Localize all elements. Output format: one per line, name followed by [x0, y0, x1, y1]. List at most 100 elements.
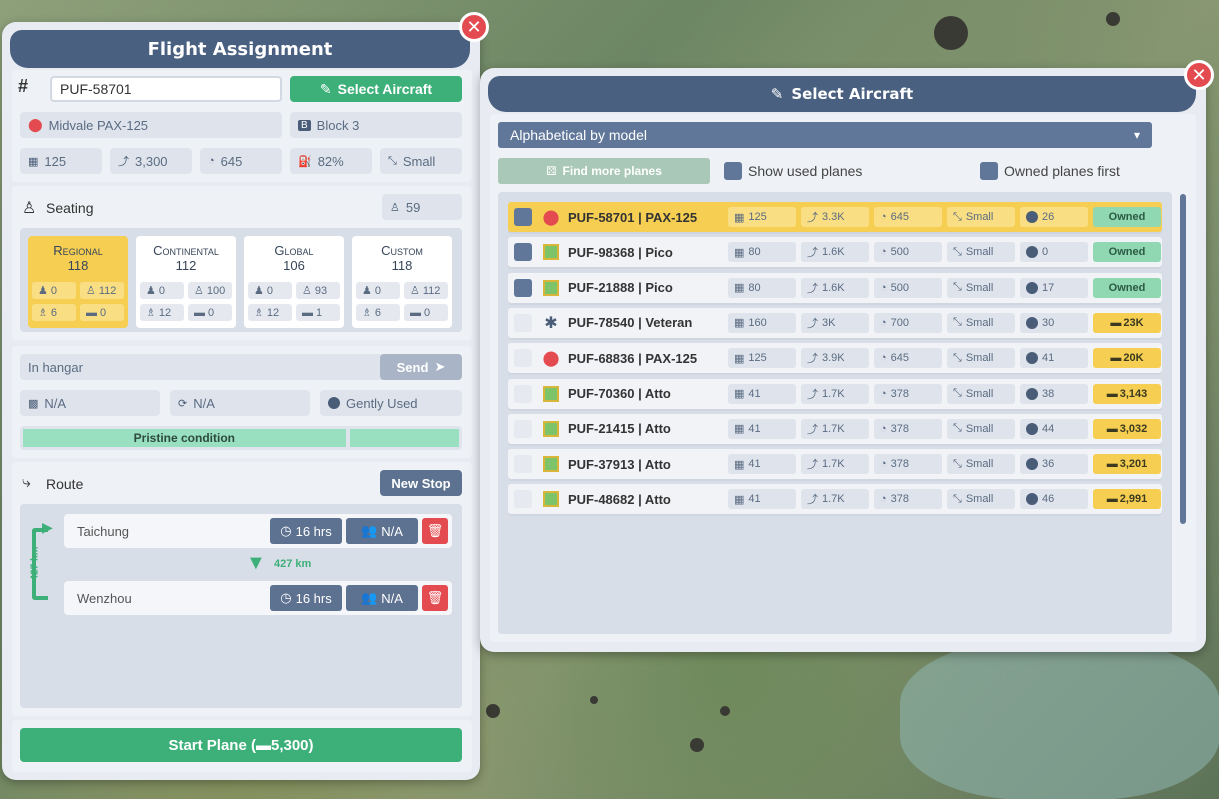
- checkbox-box: [980, 162, 998, 180]
- row-checkbox[interactable]: [514, 243, 532, 262]
- registration-field[interactable]: PUF-58701: [50, 76, 282, 102]
- clock-icon: [1026, 246, 1038, 259]
- show-used-checkbox[interactable]: Show used planes: [724, 160, 862, 182]
- age-value: 38: [1042, 387, 1055, 400]
- recliner-icon: ♗: [146, 307, 156, 319]
- cash-icon: ▬: [1106, 493, 1118, 506]
- speed-stat: ◔ 500: [874, 277, 942, 298]
- arrow-right-icon: ➤: [434, 359, 446, 374]
- age-value: 46: [1042, 493, 1055, 506]
- row-checkbox[interactable]: [514, 349, 532, 368]
- price-badge: ▬ 3,143: [1093, 383, 1161, 404]
- stop-hours: 16 hrs: [295, 523, 332, 539]
- start-plane-button[interactable]: Start Plane ( ▬ 5,300): [20, 728, 462, 762]
- aircraft-row[interactable]: ✱ PUF-78540 | Veteran ▦ 160 ⤴ 3K ◔ 700 ⤡ Small 30 ▬…: [508, 307, 1162, 338]
- aircraft-row[interactable]: PUF-48682 | Atto ▦ 41 ⤴ 1.7K ◔ 378 ⤡ Small 46 ▬ 2,9…: [508, 484, 1162, 515]
- route-stop[interactable]: Wenzhou ◷ 16 hrs 👥 N/A 🗑: [64, 581, 452, 615]
- find-more-button[interactable]: ⚄ Find more planes: [498, 158, 710, 184]
- green-grid-icon: [542, 420, 560, 438]
- recliner-icon: ♗: [38, 307, 48, 319]
- stop-pax-button[interactable]: 👥 N/A: [346, 585, 418, 611]
- range-stat: ⤴ 1.6K: [801, 277, 869, 298]
- seat-chip-value: 1: [316, 306, 323, 319]
- bed-icon: ▬: [410, 306, 421, 319]
- row-checkbox[interactable]: [514, 490, 532, 509]
- row-checkbox[interactable]: [514, 419, 532, 438]
- seating-label: Seating: [46, 200, 94, 216]
- map-city-marker: [590, 696, 598, 704]
- row-checkbox[interactable]: [514, 384, 532, 403]
- speed-icon: ◔: [880, 211, 887, 223]
- seat-class-continental[interactable]: Continental 112 ♟ 0 ♙ 100 ♗ 12 ▬ 0: [136, 236, 236, 328]
- age-value: 41: [1042, 352, 1055, 365]
- route-label: Route: [46, 476, 84, 492]
- stop-hours-button[interactable]: ◷ 16 hrs: [270, 585, 342, 611]
- seats-value: 125: [748, 352, 767, 365]
- aircraft-rows: ⬤ PUF-58701 | PAX-125 ▦ 125 ⤴ 3.3K ◔ 645 ⤡ Small 2…: [498, 192, 1172, 634]
- speed-stat: ◔ 378: [874, 383, 942, 404]
- seats-icon: ▦: [734, 493, 745, 506]
- owned-first-checkbox[interactable]: Owned planes first: [980, 160, 1120, 182]
- clock-icon: [1026, 281, 1038, 294]
- stop-hours-button[interactable]: ◷ 16 hrs: [270, 518, 342, 544]
- seat-class-regional[interactable]: Regional 118 ♟ 0 ♙ 112 ♗ 6 ▬ 0: [28, 236, 128, 328]
- speed-stat: ◔ 378: [874, 454, 942, 475]
- seat-class-global[interactable]: Global 106 ♟ 0 ♙ 93 ♗ 12 ▬ 1: [244, 236, 344, 328]
- send-button[interactable]: Send ➤: [380, 354, 462, 380]
- aircraft-row[interactable]: PUF-21415 | Atto ▦ 41 ⤴ 1.7K ◔ 378 ⤡ Small 44 ▬ 3,0…: [508, 413, 1162, 444]
- trash-icon[interactable]: 🗑: [422, 518, 448, 544]
- row-checkbox[interactable]: [514, 208, 532, 226]
- seat-class-count: 112: [175, 258, 197, 273]
- row-checkbox[interactable]: [514, 278, 532, 297]
- speed-value: 700: [890, 316, 910, 329]
- arrow-down-icon: ▼: [246, 552, 266, 574]
- new-stop-button[interactable]: New Stop: [380, 470, 462, 496]
- stop-pax-button[interactable]: 👥 N/A: [346, 518, 418, 544]
- aircraft-row[interactable]: PUF-21888 | Pico ▦ 80 ⤴ 1.6K ◔ 500 ⤡ Small 17 Owne…: [508, 272, 1162, 303]
- standing-icon: ♟: [362, 285, 372, 297]
- aircraft-row[interactable]: ⬤ PUF-68836 | PAX-125 ▦ 125 ⤴ 3.9K ◔ 645 ⤡ Small 4…: [508, 343, 1162, 374]
- sort-dropdown[interactable]: Alphabetical by model ▾: [498, 122, 1152, 148]
- stop-hours: 16 hrs: [295, 590, 332, 606]
- seat-class-count: 118: [67, 258, 89, 273]
- trash-icon[interactable]: 🗑: [422, 585, 448, 611]
- size-stat: ⤡ Small: [947, 418, 1015, 439]
- select-aircraft-button[interactable]: ✎ Select Aircraft: [290, 76, 462, 102]
- tag-value: 3,201: [1119, 458, 1148, 471]
- route-stop[interactable]: Taichung ◷ 16 hrs 👥 N/A 🗑: [64, 514, 452, 548]
- seat-chip-a: ♟ 0: [248, 282, 292, 299]
- speed-value: 378: [890, 493, 910, 506]
- seats-value: 41: [748, 387, 761, 400]
- dice-icon: ⚄: [546, 164, 557, 178]
- aircraft-row[interactable]: PUF-37913 | Atto ▦ 41 ⤴ 1.7K ◔ 378 ⤡ Small 36 ▬ 3,2…: [508, 449, 1162, 480]
- location-value: In hangar: [28, 359, 83, 375]
- route-side-distance: 427 km: [29, 546, 41, 581]
- seats-stat: ▦ 41: [728, 383, 796, 404]
- tag-value: 3,032: [1119, 422, 1148, 435]
- panel-title: Select Aircraft: [791, 85, 914, 103]
- row-checkbox[interactable]: [514, 455, 532, 474]
- aircraft-row[interactable]: PUF-98368 | Pico ▦ 80 ⤴ 1.6K ◔ 500 ⤡ Small 0 Owned: [508, 237, 1162, 268]
- aircraft-section: # PUF-58701 ✎ Select Aircraft ⬤ Midvale …: [12, 70, 472, 182]
- tag-value: 3,143: [1119, 387, 1148, 400]
- row-checkbox[interactable]: [514, 313, 532, 332]
- select-aircraft-body: Alphabetical by model ▾ ⚄ Find more plan…: [490, 114, 1196, 642]
- clock-icon: [1026, 422, 1038, 435]
- close-icon[interactable]: ✕: [1184, 60, 1214, 90]
- scrollbar[interactable]: [1180, 194, 1186, 524]
- range-stat: ⤴ 3,300: [110, 148, 192, 174]
- size-value: Small: [965, 422, 994, 435]
- seat-class-custom[interactable]: Custom 118 ♟ 0 ♙ 112 ♗ 6 ▬ 0: [352, 236, 452, 328]
- aircraft-row[interactable]: ⬤ PUF-58701 | PAX-125 ▦ 125 ⤴ 3.3K ◔ 645 ⤡ Small 2…: [508, 202, 1162, 232]
- bed-icon: ▬: [302, 306, 313, 319]
- close-icon[interactable]: ✕: [459, 12, 489, 42]
- aircraft-row[interactable]: PUF-70360 | Atto ▦ 41 ⤴ 1.7K ◔ 378 ⤡ Small 38 ▬ 3,1…: [508, 378, 1162, 409]
- range-stat: ⤴ 3K: [801, 312, 869, 333]
- range-stat: ⤴ 3.9K: [801, 348, 869, 369]
- aircraft-list: ⬤ PUF-58701 | PAX-125 ▦ 125 ⤴ 3.3K ◔ 645 ⤡ Small 2…: [498, 192, 1172, 634]
- clock-icon: [328, 397, 340, 409]
- seat-chip-a: ♟ 0: [356, 282, 400, 299]
- clock-icon: [1026, 387, 1038, 400]
- price-badge: ▬ 23K: [1093, 312, 1161, 333]
- speed-icon: ◔: [880, 316, 887, 329]
